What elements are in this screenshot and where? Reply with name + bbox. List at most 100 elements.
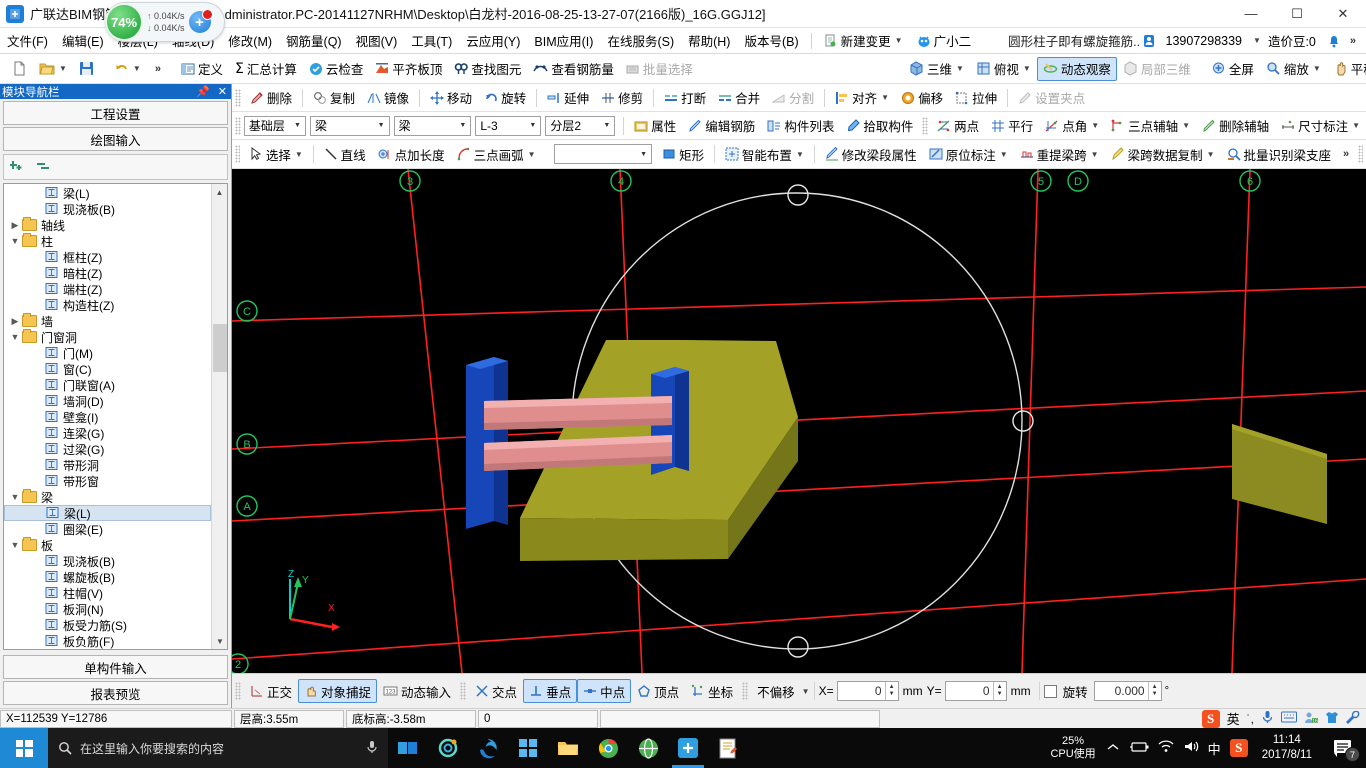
- tree-item[interactable]: ▶ 轴线: [4, 217, 211, 233]
- network-add-button[interactable]: +: [188, 9, 213, 33]
- dynamic-input-toggle[interactable]: 123 动态输入: [377, 679, 457, 703]
- punctuation-icon[interactable]: ˙,: [1247, 712, 1254, 726]
- tree-item[interactable]: 端柱(Z): [4, 281, 211, 297]
- sum-calc-button[interactable]: Σ 汇总计算: [229, 57, 303, 81]
- pan-button[interactable]: 平移 ▼: [1327, 57, 1366, 81]
- tree-item[interactable]: 带形窗: [4, 473, 211, 489]
- point-angle-button[interactable]: 点角 ▼: [1039, 114, 1105, 138]
- tree-scrollbar[interactable]: ▲ ▼: [211, 184, 227, 649]
- chevron-down-icon-pointangle[interactable]: ▼: [1091, 121, 1099, 130]
- mirror-button[interactable]: 镜像: [361, 86, 415, 110]
- chevron-down-icon-zoom[interactable]: ▼: [1313, 64, 1321, 73]
- snapbar-grip[interactable]: [235, 682, 241, 700]
- view-rebar-quantity-button[interactable]: 查看钢筋量: [527, 57, 620, 81]
- extend-button[interactable]: 延伸: [541, 86, 595, 110]
- scroll-down-icon[interactable]: ▼: [212, 633, 227, 649]
- taskbar-clock[interactable]: 11:14 2017/8/11: [1254, 733, 1320, 763]
- chevron-down-icon-smart[interactable]: ▼: [796, 150, 804, 159]
- batch-select-button[interactable]: 批量选择: [620, 57, 699, 81]
- midpoint-snap-toggle[interactable]: 中点: [577, 679, 632, 703]
- notepad-icon[interactable]: [708, 728, 748, 768]
- tree-item[interactable]: 连梁(G): [4, 425, 211, 441]
- y-offset-input[interactable]: 0 ▲ ▼: [944, 681, 1007, 701]
- tree-item[interactable]: 窗(C): [4, 361, 211, 377]
- tree-item[interactable]: 现浇板(B): [4, 201, 211, 217]
- browser-icon[interactable]: [628, 728, 668, 768]
- rotate-stepper[interactable]: ▲ ▼: [1147, 682, 1161, 700]
- beans-count[interactable]: 造价豆:0: [1261, 28, 1323, 53]
- trim-button[interactable]: 修剪: [595, 86, 649, 110]
- parallel-button[interactable]: 平行: [985, 114, 1039, 138]
- tree-item[interactable]: 门联窗(A): [4, 377, 211, 393]
- tree-item[interactable]: 暗柱(Z): [4, 265, 211, 281]
- dimension-button[interactable]: 尺寸标注 ▼: [1275, 114, 1366, 138]
- chevron-down-icon-dim[interactable]: ▼: [1352, 121, 1360, 130]
- axis-group-grip[interactable]: [922, 116, 929, 135]
- tree-item[interactable]: 壁龛(I): [4, 409, 211, 425]
- sogou-icon[interactable]: S: [1201, 709, 1220, 728]
- chevron-down-icon-respan[interactable]: ▼: [1091, 150, 1099, 159]
- pin-icon[interactable]: 📌: [192, 85, 214, 98]
- split-button[interactable]: 分割: [766, 86, 820, 110]
- three-point-axis-button[interactable]: 三点辅轴 ▼: [1105, 114, 1196, 138]
- align-button[interactable]: 对齐 ▼: [829, 86, 895, 110]
- object-snap-toggle[interactable]: 对象捕捉: [298, 679, 378, 703]
- tree-item[interactable]: 框柱(Z): [4, 249, 211, 265]
- stretch-button[interactable]: 拉伸: [949, 86, 1003, 110]
- tree-expander-icon[interactable]: ▶: [8, 316, 22, 327]
- tree-expander-icon[interactable]: ▼: [8, 236, 22, 246]
- chevron-down-icon-floor[interactable]: ▼: [290, 117, 305, 135]
- single-component-input-button[interactable]: 单构件输入: [3, 655, 228, 679]
- draw-input-button[interactable]: 绘图输入: [3, 127, 228, 151]
- rectangle-tool-button[interactable]: 矩形: [656, 142, 710, 166]
- tree-expander-icon[interactable]: ▼: [8, 540, 22, 550]
- menu-overflow-icon[interactable]: »: [1344, 35, 1362, 47]
- network-speed-widget[interactable]: 74% ↑ 0.04K/s ↓ 0.04K/s +: [105, 2, 225, 42]
- menu-edit[interactable]: 编辑(E): [55, 28, 111, 53]
- chevron-down-icon-offsetmode[interactable]: ▼: [802, 687, 810, 696]
- rotate-button[interactable]: 旋转: [478, 86, 532, 110]
- chevron-down-icon-inplace[interactable]: ▼: [1000, 150, 1008, 159]
- tree-item[interactable]: ▼ 柱: [4, 233, 211, 249]
- ggj-icon[interactable]: [668, 728, 708, 768]
- tree-item[interactable]: 螺旋板(B): [4, 569, 211, 585]
- coordinate-snap-toggle[interactable]: 坐标: [685, 679, 739, 703]
- chevron-down-icon-user[interactable]: ▼: [1253, 36, 1261, 45]
- task-view-icon[interactable]: [388, 728, 428, 768]
- chevron-down-icon-category[interactable]: ▼: [374, 117, 389, 135]
- layer-select[interactable]: 分层2 ▼: [545, 115, 616, 136]
- promo-text[interactable]: 圆形柱子即有螺旋箍筋..: [1008, 31, 1140, 50]
- scroll-thumb[interactable]: [213, 324, 227, 372]
- chrome-icon[interactable]: [588, 728, 628, 768]
- y-offset-stepper[interactable]: ▲ ▼: [992, 682, 1006, 700]
- fullscreen-button[interactable]: 全屏: [1205, 57, 1260, 81]
- intersection-snap-toggle[interactable]: 交点: [469, 679, 523, 703]
- taskbar-search[interactable]: 在这里输入你要搜索的内容: [48, 728, 388, 768]
- snap-group-grip[interactable]: [460, 682, 467, 700]
- new-change-button[interactable]: 新建变更 ▼: [817, 28, 910, 53]
- respan-beam-button[interactable]: 重提梁跨 ▼: [1014, 142, 1105, 166]
- sogou-tray-icon[interactable]: S: [1229, 739, 1248, 757]
- tree-item[interactable]: 圈梁(E): [4, 521, 211, 537]
- explorer-icon[interactable]: [548, 728, 588, 768]
- menu-help[interactable]: 帮助(H): [681, 28, 737, 53]
- minimize-button[interactable]: —: [1228, 0, 1274, 28]
- keyboard-icon[interactable]: [1281, 711, 1297, 726]
- save-button[interactable]: [73, 57, 100, 81]
- chevron-down-icon-arc[interactable]: ▼: [528, 150, 536, 159]
- pick-component-button[interactable]: 拾取构件: [840, 114, 919, 138]
- report-preview-button[interactable]: 报表预览: [3, 681, 228, 705]
- toolbar1-overflow-icon[interactable]: »: [149, 63, 167, 75]
- delete-aux-axis-button[interactable]: 删除辅轴: [1196, 114, 1275, 138]
- local-3d-button[interactable]: 局部三维: [1117, 57, 1197, 81]
- close-icon[interactable]: ✕: [214, 85, 231, 98]
- maximize-button[interactable]: ☐: [1274, 0, 1320, 28]
- rotate-input[interactable]: 0.000 ▲ ▼: [1093, 681, 1162, 701]
- tree-item[interactable]: ▼ 梁: [4, 489, 211, 505]
- bell-icon[interactable]: [1327, 34, 1341, 48]
- start-button[interactable]: [0, 728, 48, 768]
- dynamic-orbit-button[interactable]: 动态观察: [1036, 56, 1117, 81]
- floor-select[interactable]: 基础层 ▼: [243, 115, 306, 136]
- chevron-down-icon-drawmode[interactable]: ▼: [636, 145, 651, 163]
- delete-button[interactable]: 删除: [244, 86, 298, 110]
